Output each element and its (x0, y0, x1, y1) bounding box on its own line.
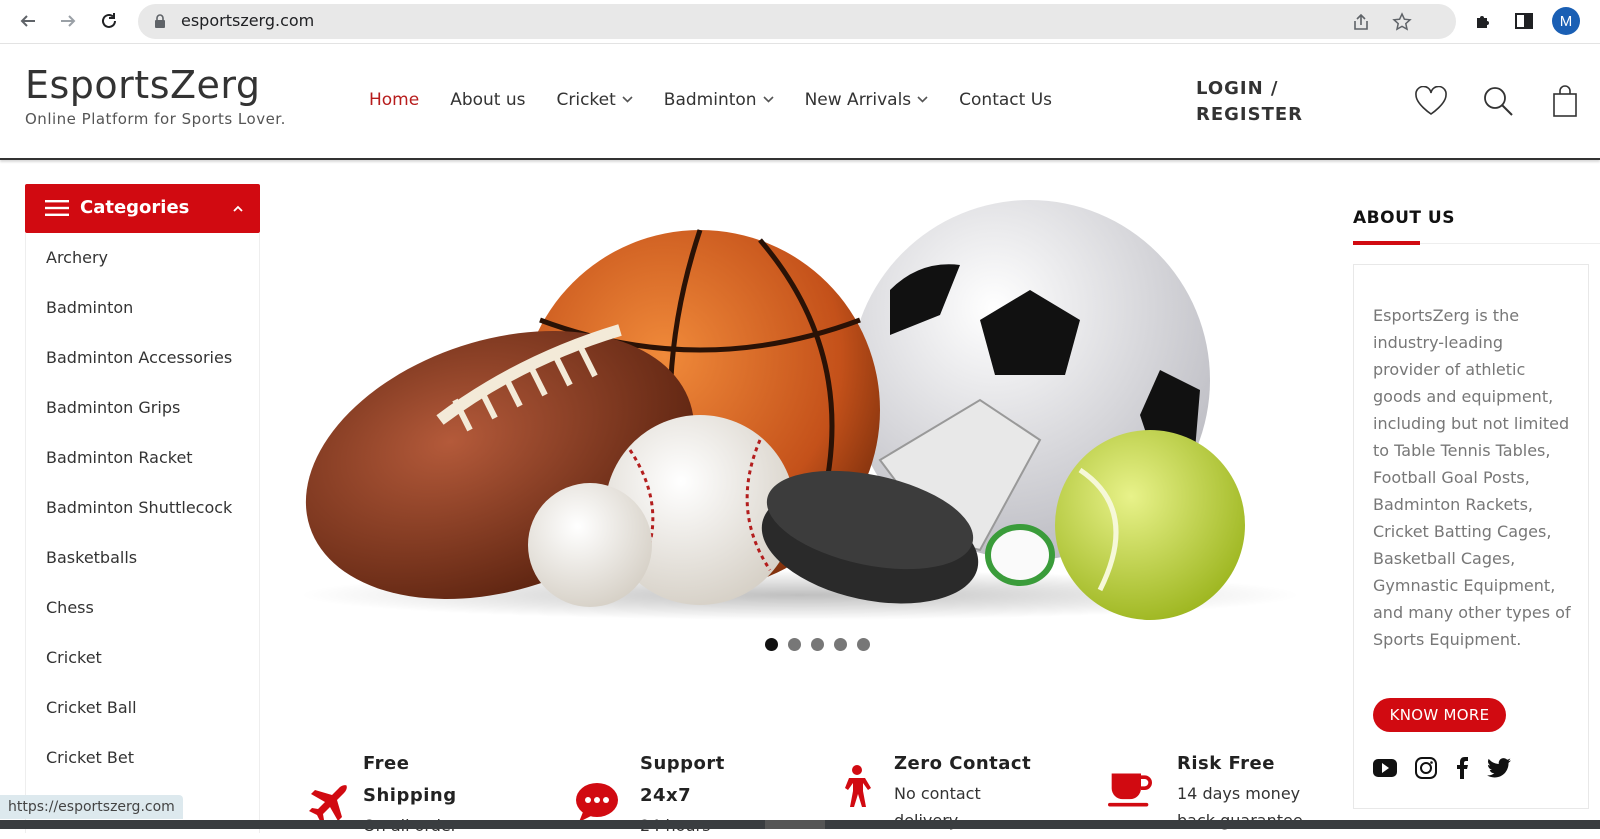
scrollbar-thumb[interactable] (765, 820, 825, 829)
main-nav: Home About us Cricket Badminton New Arri… (369, 90, 1083, 110)
feature-subtitle: No contact (894, 784, 981, 803)
category-item[interactable]: Badminton (26, 283, 259, 333)
cup-icon (1108, 773, 1152, 807)
back-arrow-icon[interactable] (15, 8, 41, 34)
profile-avatar[interactable]: M (1552, 7, 1580, 35)
about-us-title: ABOUT US (1353, 208, 1455, 228)
nav-contact-us[interactable]: Contact Us (959, 90, 1052, 110)
side-panel-icon[interactable] (1512, 9, 1536, 33)
nav-new-arrivals-label: New Arrivals (804, 90, 912, 110)
slider-dot[interactable] (857, 638, 870, 651)
share-icon[interactable] (1349, 10, 1373, 34)
nav-home-label: Home (369, 90, 420, 110)
browser-toolbar: esportszerg.com M (0, 0, 1600, 44)
chevron-up-icon (233, 205, 243, 212)
category-item[interactable]: Badminton Shuttlecock (26, 483, 259, 533)
categories-title: Categories (80, 197, 190, 218)
feature-title: Support (640, 753, 725, 774)
title-underline (1353, 241, 1420, 245)
nav-new-arrivals[interactable]: New Arrivals (805, 90, 929, 110)
feature-title: Free (363, 753, 410, 774)
category-item[interactable]: Cricket Ball (26, 683, 259, 733)
url-text[interactable]: esportszerg.com (181, 11, 314, 30)
forward-arrow-icon[interactable] (55, 8, 81, 34)
search-icon[interactable] (1479, 82, 1517, 120)
site-header: EsportsZerg Online Platform for Sports L… (0, 44, 1600, 160)
hamburger-menu-icon (45, 200, 69, 216)
categories-toggle[interactable]: Categories (25, 184, 260, 233)
feature-title: Zero Contact (894, 753, 1032, 774)
reload-icon[interactable] (96, 8, 122, 34)
site-tagline: Online Platform for Sports Lover. (25, 110, 286, 128)
category-item[interactable]: Archery (26, 233, 259, 283)
bookmark-star-icon[interactable] (1390, 10, 1414, 34)
chevron-down-icon (622, 96, 633, 103)
about-us-text: EsportsZerg is the industry-leading prov… (1373, 306, 1571, 649)
lock-icon (155, 14, 165, 28)
know-more-button[interactable]: KNOW MORE (1373, 698, 1506, 732)
nav-cricket[interactable]: Cricket (557, 90, 633, 110)
hero-slider[interactable] (290, 200, 1315, 640)
login-line: LOGIN / (1196, 78, 1279, 99)
airplane-icon (309, 785, 347, 823)
nav-cricket-label: Cricket (556, 90, 616, 110)
feature-title: Risk Free (1177, 753, 1275, 774)
category-item[interactable]: Cricket (26, 633, 259, 683)
slider-dot[interactable] (834, 638, 847, 651)
slider-dot[interactable] (765, 638, 778, 651)
chevron-down-icon (763, 96, 774, 103)
horizontal-scrollbar[interactable] (0, 820, 1600, 829)
slider-dot[interactable] (811, 638, 824, 651)
nav-about-us[interactable]: About us (450, 90, 525, 110)
register-line: REGISTER (1196, 104, 1304, 125)
nav-about-label: About us (450, 90, 526, 110)
shopping-bag-icon[interactable] (1546, 82, 1584, 120)
extensions-puzzle-icon[interactable] (1472, 9, 1496, 33)
category-item[interactable]: Badminton Racket (26, 433, 259, 483)
nav-contact-label: Contact Us (959, 90, 1053, 110)
twitter-icon[interactable] (1487, 756, 1511, 780)
sports-equipment-image (300, 200, 1300, 620)
login-register-link[interactable]: LOGIN / REGISTER (1196, 76, 1303, 128)
nav-badminton-label: Badminton (663, 90, 757, 110)
category-item[interactable]: Chess (26, 583, 259, 633)
site-logo[interactable]: EsportsZerg (25, 63, 261, 107)
nav-home[interactable]: Home (369, 90, 419, 110)
category-item[interactable]: Basketballs (26, 533, 259, 583)
categories-list: Archery Badminton Badminton Accessories … (25, 233, 260, 833)
instagram-icon[interactable] (1414, 756, 1438, 780)
address-bar[interactable]: esportszerg.com (138, 4, 1456, 39)
category-item[interactable]: Badminton Grips (26, 383, 259, 433)
wishlist-heart-icon[interactable] (1412, 82, 1450, 120)
category-item[interactable]: Badminton Accessories (26, 333, 259, 383)
feature-title: Shipping (363, 785, 457, 806)
feature-subtitle: 14 days money (1177, 784, 1301, 803)
nav-badminton[interactable]: Badminton (664, 90, 774, 110)
feature-title: 24x7 (640, 785, 692, 806)
category-item[interactable]: Cricket Bet (26, 733, 259, 783)
slider-pagination (765, 638, 870, 651)
status-bar-url: https://esportszerg.com (0, 795, 183, 819)
slider-dot[interactable] (788, 638, 801, 651)
facebook-icon[interactable] (1450, 756, 1474, 780)
youtube-icon[interactable] (1373, 756, 1397, 780)
person-icon (845, 765, 871, 807)
chevron-down-icon (917, 96, 928, 103)
